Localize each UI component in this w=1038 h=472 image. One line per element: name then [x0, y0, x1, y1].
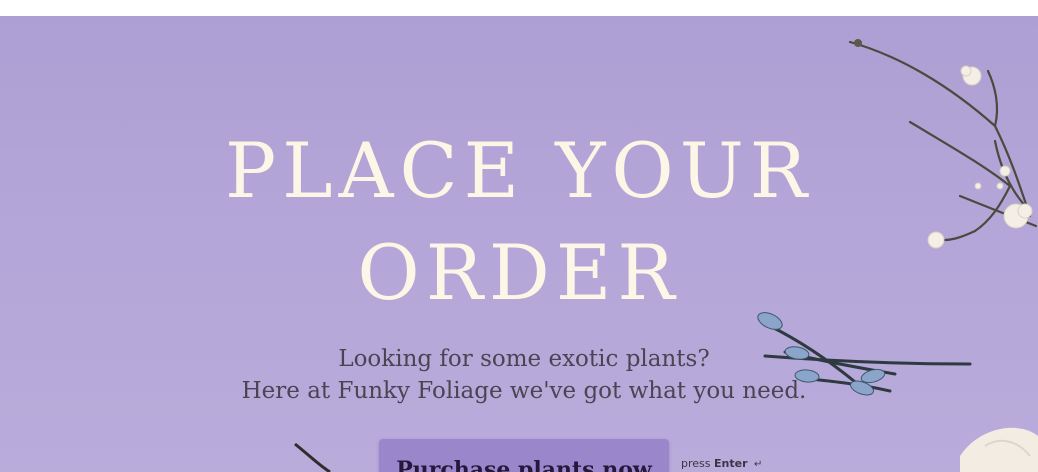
subtitle-line-1: Looking for some exotic plants? — [338, 346, 710, 372]
purchase-plants-button[interactable]: Purchase plants now — [379, 439, 669, 472]
press-hint-key: Enter — [714, 457, 748, 470]
subtitle-line-2: Here at Funky Foliage we've got what you… — [241, 378, 807, 404]
top-strip — [0, 0, 1038, 16]
hero-section: PLACE YOUR ORDER Looking for some exotic… — [0, 16, 1038, 472]
press-enter-hint: press Enter ↵ — [681, 457, 762, 470]
page-title-line-2: ORDER — [357, 228, 681, 317]
order-page: PLACE YOUR ORDER Looking for some exotic… — [0, 0, 1038, 472]
press-hint-prefix: press — [681, 457, 711, 470]
page-title-line-1: PLACE YOUR — [224, 126, 814, 215]
return-key-icon: ↵ — [754, 459, 763, 470]
